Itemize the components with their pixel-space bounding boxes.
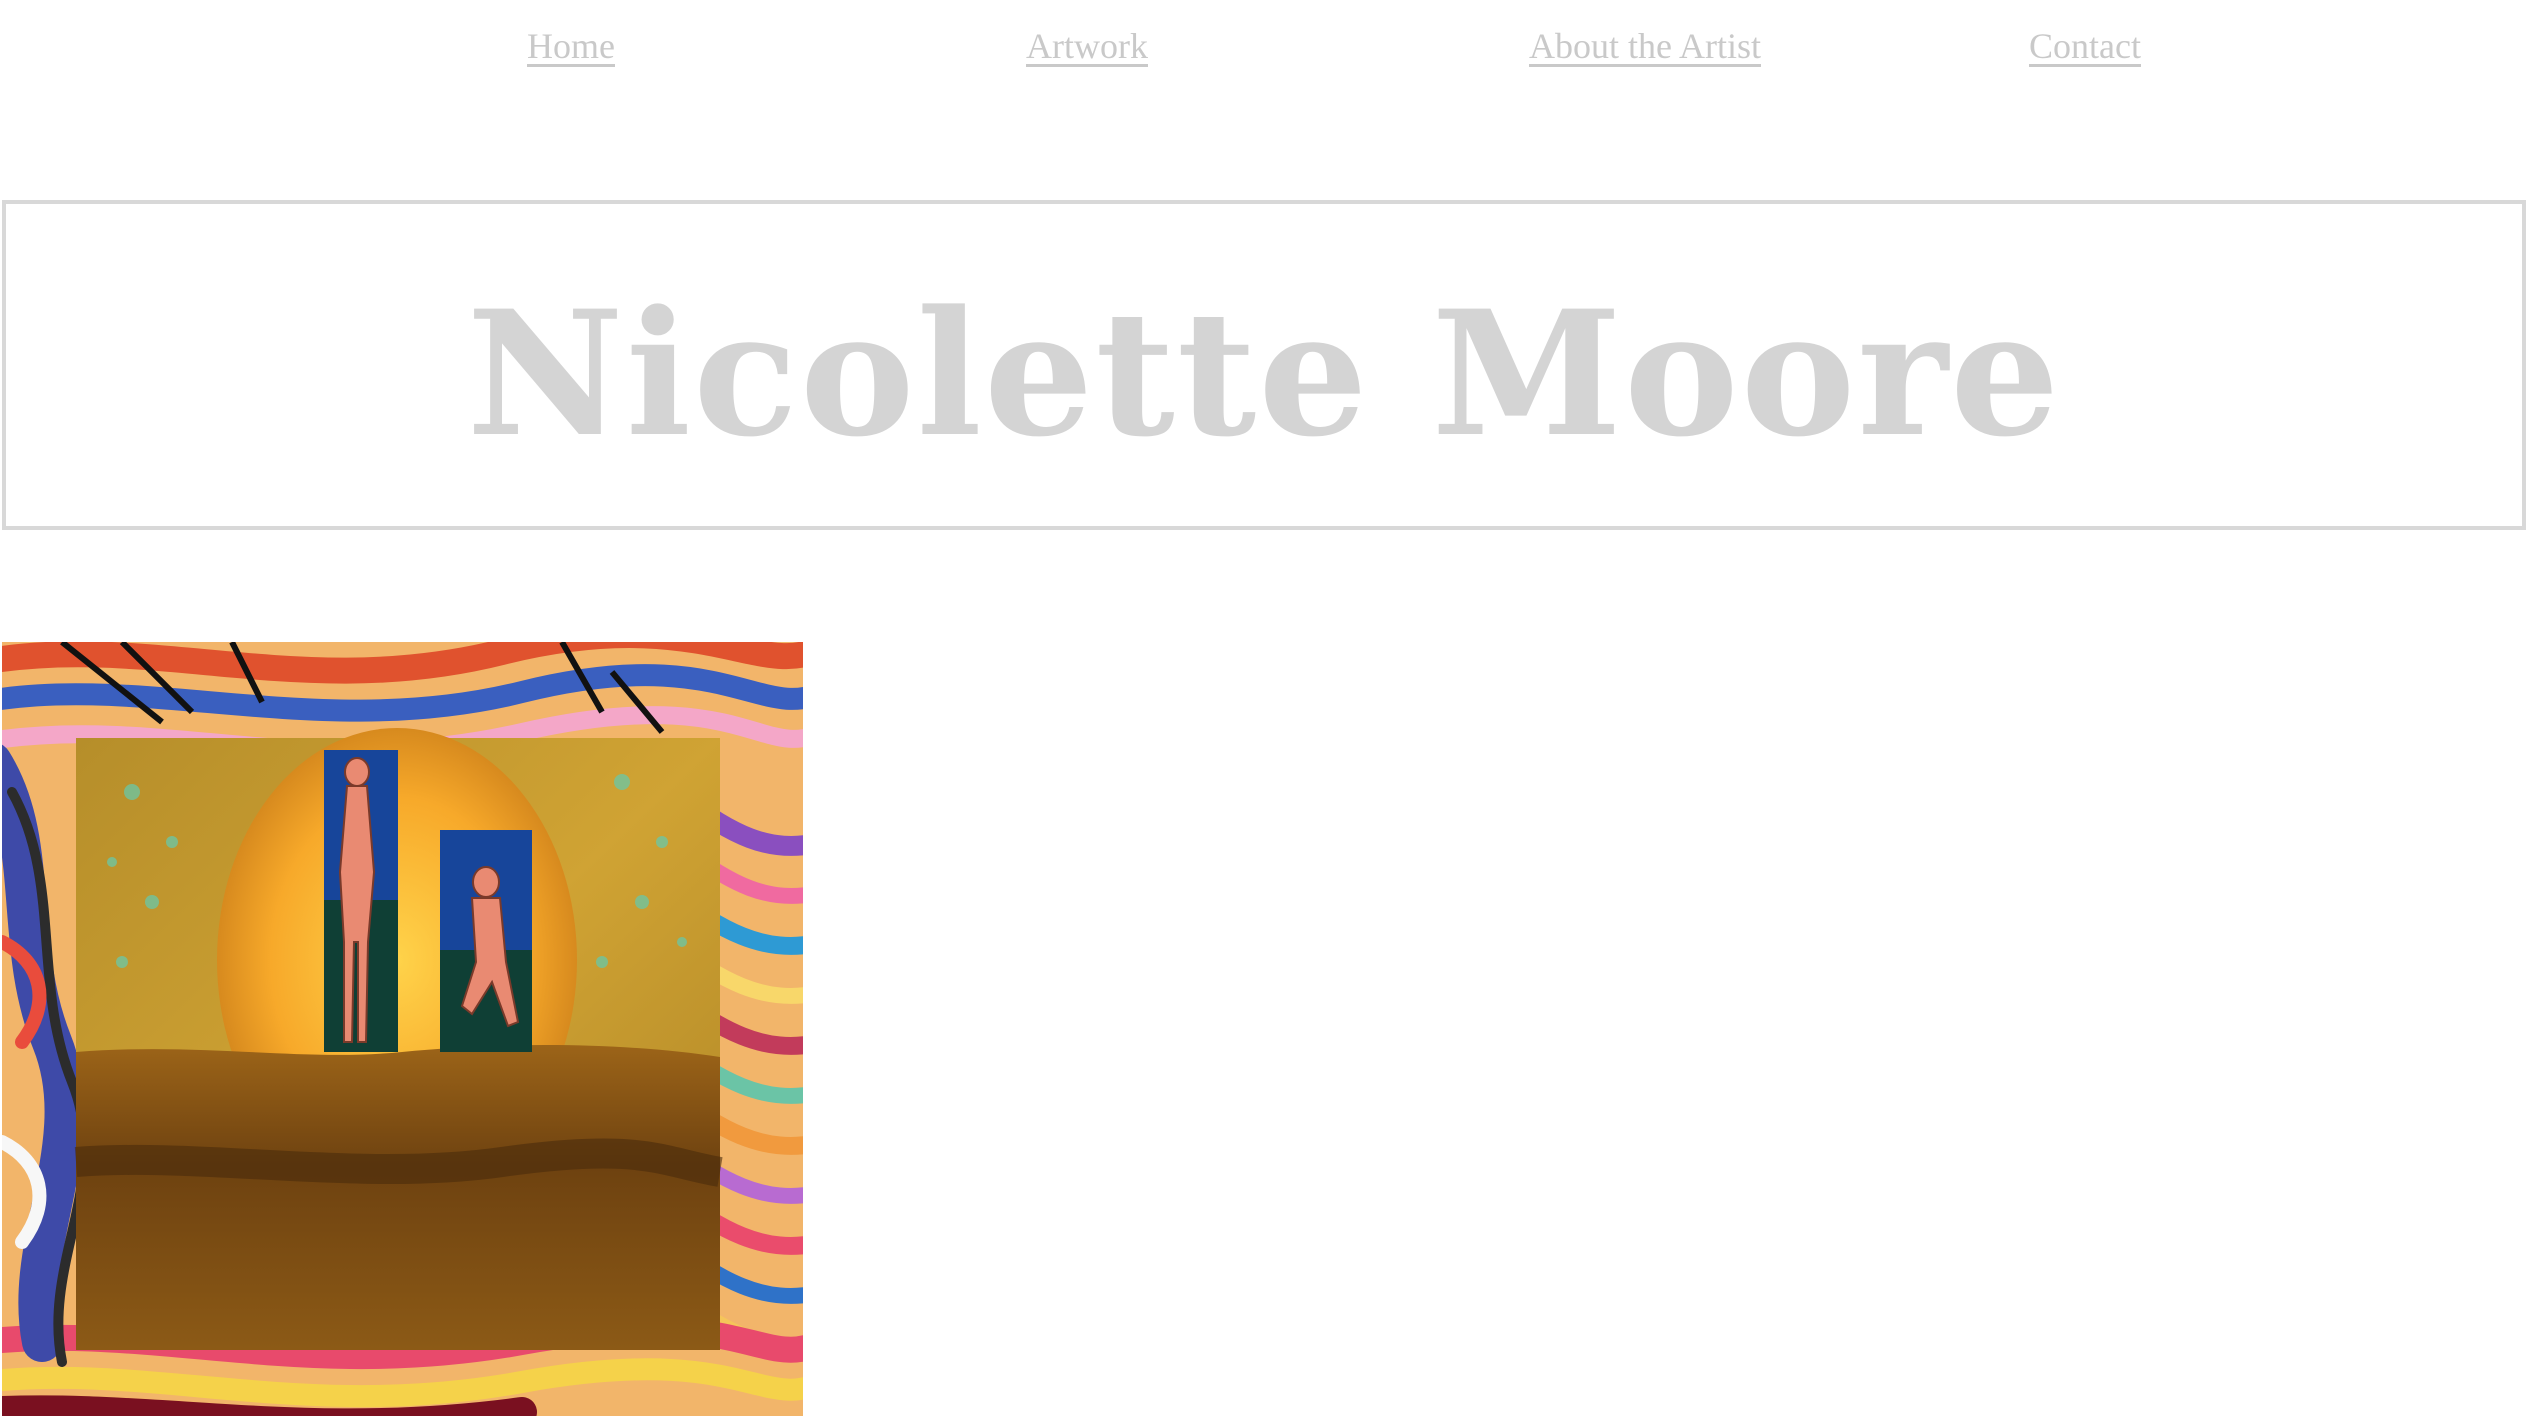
nav-link-about-the-artist[interactable]: About the Artist — [1529, 22, 1761, 70]
nav-link-contact[interactable]: Contact — [2029, 22, 2141, 70]
nav-link-artwork[interactable]: Artwork — [1026, 22, 1148, 70]
site-title: Nicolette Moore — [466, 271, 2062, 475]
painting-graphic — [2, 642, 803, 1416]
top-navigation: Home Artwork About the Artist Contact — [0, 0, 2536, 100]
featured-artwork-image[interactable] — [2, 642, 803, 1416]
site-title-banner: Nicolette Moore — [2, 200, 2526, 530]
nav-link-home[interactable]: Home — [527, 22, 615, 70]
